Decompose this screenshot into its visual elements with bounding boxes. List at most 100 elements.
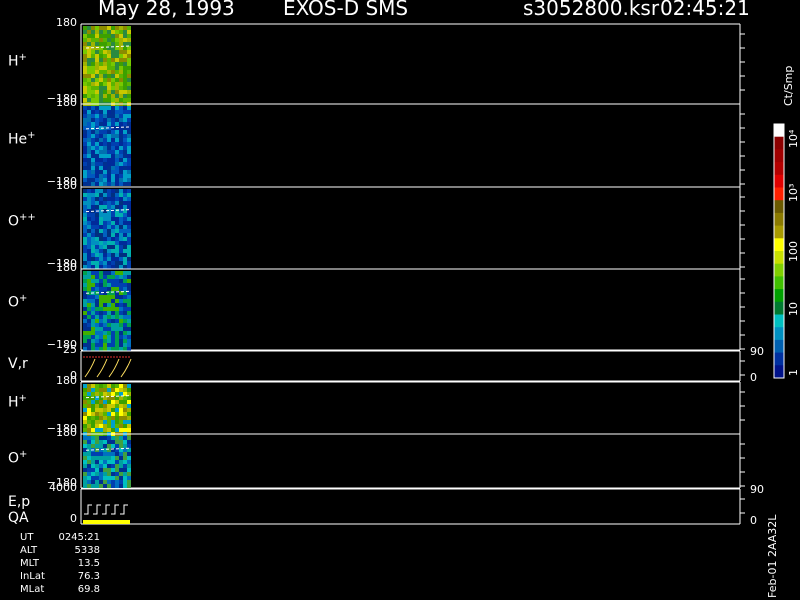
spectrogram-cell [119,86,123,90]
spectrogram-cell [103,249,107,253]
spectrogram-cell [115,233,119,237]
spectrogram-cell [95,416,99,420]
spectrogram-cell [119,138,123,142]
spectrogram-cell [119,484,123,488]
spectrogram-cell [99,253,103,257]
spectrogram-cell [127,323,131,327]
footer-value: 13.5 [77,558,100,569]
spectrogram-cell [99,26,103,30]
spectrogram-cell [91,189,95,193]
spectrogram-cell [99,343,103,347]
spectrogram-cell [107,261,111,265]
spectrogram-cell [91,193,95,197]
spectrogram-cell [115,82,119,86]
spectrogram-cell [99,404,103,408]
spectrogram-cell [87,307,91,311]
spectrogram-cell [119,174,123,178]
spectrogram-cell [83,193,87,197]
spectrogram-cell [111,307,115,311]
spectrogram-cell [83,233,87,237]
spectrogram-cell [123,166,127,170]
colorbar-tick-label: 10 [787,302,800,316]
spectrogram-cell [127,472,131,476]
spectrogram-cell [95,205,99,209]
spectrogram-cell [83,30,87,34]
spectrogram-cell [107,408,111,412]
spectrogram-cell [123,54,127,58]
spectrogram-cell [95,245,99,249]
spectrogram-cell [103,130,107,134]
spectrogram-cell [111,34,115,38]
spectrogram-cell [111,275,115,279]
spectrogram-cell [123,436,127,440]
spectrogram-cell [123,94,127,98]
spectrogram-cell [111,110,115,114]
spectrogram-cell [119,253,123,257]
spectrogram-cell [83,217,87,221]
spectrogram-cell [127,253,131,257]
spectrogram-cell [119,237,123,241]
spectrogram-cell [111,295,115,299]
spectrogram-cell [115,347,119,351]
spectrogram-cell [127,476,131,480]
spectrogram-cell [91,142,95,146]
spectrogram-cell [91,114,95,118]
spectrogram-cell [123,283,127,287]
spectrogram-cell [99,78,103,82]
spectrogram-cell [87,126,91,130]
spectrogram-cell [123,275,127,279]
spectrogram-cell [115,400,119,404]
spectrogram-cell [103,392,107,396]
spectrogram-cell [91,30,95,34]
spectrogram-cell [115,58,119,62]
header-mission: EXOS-D SMS [283,0,409,20]
spectrogram-cell [95,339,99,343]
spectrogram-cell [103,66,107,70]
footer-row: MLT 13.5 [20,558,100,569]
spectrogram-cell [119,315,123,319]
spectrogram-cell [87,420,91,424]
spectrogram-cell [123,257,127,261]
spectrogram-cell [119,468,123,472]
spectrogram-cell [107,249,111,253]
spectrogram-cell [83,249,87,253]
spectrogram-cell [119,146,123,150]
spectrogram-cell [87,424,91,428]
spectrogram-cell [83,295,87,299]
spectrogram-cell [111,257,115,261]
spectrogram-cell [107,468,111,472]
spectrogram-cell [103,452,107,456]
spectrogram-cell [103,197,107,201]
spectrogram-cell [111,166,115,170]
spectrogram-cell [111,249,115,253]
spectrogram-cell [111,400,115,404]
spectrogram-cell [119,182,123,186]
spectrogram-cell [107,484,111,488]
spectrogram-cell [111,158,115,162]
colorbar-tick-label: 10⁴ [787,129,800,148]
spectrogram-cell [107,319,111,323]
spectrogram-cell [115,428,119,432]
spectrogram-cell [91,170,95,174]
spectrogram-cell [115,343,119,347]
colorbar-segment [774,327,784,341]
spectrogram-cell [99,287,103,291]
spectrogram-cell [99,66,103,70]
spectrogram-cell [91,94,95,98]
spectrogram-cell [83,241,87,245]
spectrogram-cell [83,331,87,335]
energy-step-trace [120,504,128,515]
spectrogram-cell [103,162,107,166]
colorbar-segment [774,162,784,176]
spectrogram-cell [91,213,95,217]
spectrogram-cell [83,468,87,472]
spectrogram-cell [127,339,131,343]
spectrogram-cell [111,444,115,448]
spectrogram-cell [95,213,99,217]
spectrogram-cell [99,221,103,225]
spectrogram-cell [123,279,127,283]
spectrogram-cell [103,50,107,54]
spectrogram-cell [115,182,119,186]
spectrogram-cell [107,295,111,299]
spectrogram-cell [115,42,119,46]
